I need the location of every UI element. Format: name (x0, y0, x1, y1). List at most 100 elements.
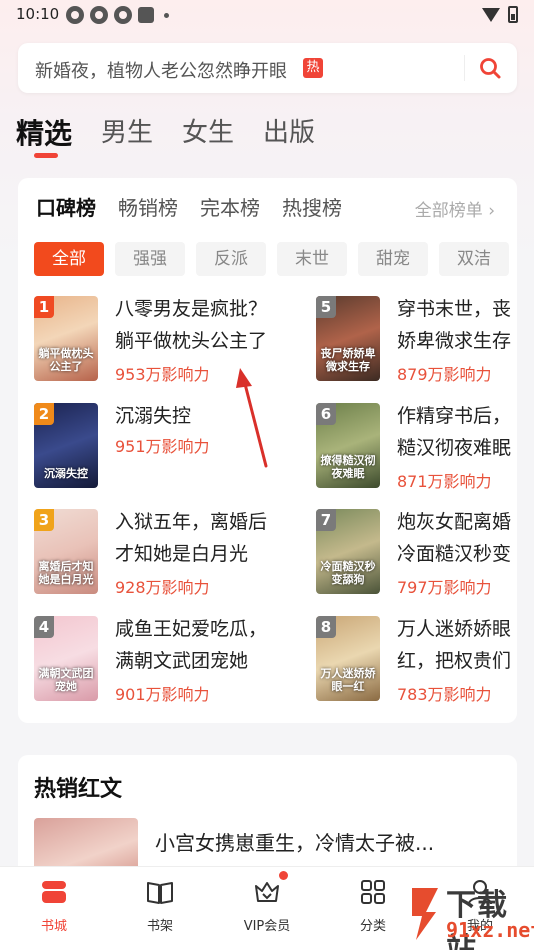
notification-icon (90, 6, 108, 24)
system-icons (482, 6, 518, 23)
search-divider (464, 55, 465, 81)
all-ranks-label: 全部榜单 (414, 201, 483, 221)
tab-published[interactable]: 出版 (263, 112, 315, 152)
cover-title: 丧尸娇娇卑微求生存 (320, 347, 376, 373)
watermark-logo-icon (412, 888, 438, 940)
cover-title: 沉溺失控 (44, 467, 88, 480)
tab-female[interactable]: 女生 (182, 112, 234, 152)
chip-strong[interactable]: 强强 (115, 242, 185, 276)
site-watermark: 下载站 91xz.net (406, 878, 534, 950)
all-ranks-link[interactable]: 全部榜单 › (415, 196, 495, 221)
book-title: 沉溺失控 (115, 405, 192, 427)
notification-icon (66, 6, 84, 24)
search-icon[interactable] (478, 56, 502, 80)
status-time: 10:10 (16, 5, 60, 23)
book-cover[interactable]: 3 离婚后才知她是白月光 (34, 509, 98, 594)
chip-villain[interactable]: 反派 (196, 242, 266, 276)
nav-label: 书城 (40, 919, 67, 934)
book-influence: 901万影响力 (115, 685, 210, 704)
book-cover[interactable]: 4 满朝文武团宠她 (34, 616, 98, 701)
bookstore-icon (42, 881, 66, 903)
chip-apocalypse[interactable]: 末世 (277, 242, 347, 276)
book-item-7[interactable]: 7 冷面糙汉秒变舔狗 炮灰女配离婚 冷面糙汉秒变 797万影响力 (316, 509, 517, 599)
chip-pure[interactable]: 双洁 (439, 242, 509, 276)
cover-title: 离婚后才知她是白月光 (38, 560, 94, 586)
book-title-line1: 八零男友是疯批？ (115, 298, 268, 320)
active-tab-indicator (34, 153, 58, 158)
rank-tab-bestseller[interactable]: 畅销榜 (118, 192, 178, 221)
notification-icons (66, 6, 169, 24)
cover-title: 躺平做枕头公主了 (38, 347, 94, 373)
book-influence: 953万影响力 (115, 365, 210, 384)
book-title-line1: 万人迷娇娇眼 (397, 618, 512, 640)
book-cover[interactable]: 6 撩得糙汉彻夜难眠 (316, 403, 380, 488)
rank-number: 2 (34, 403, 54, 425)
book-influence: 879万影响力 (397, 365, 492, 384)
book-title-line1: 咸鱼王妃爱吃瓜， (115, 618, 268, 640)
more-notifications-icon (164, 12, 169, 18)
rank-tab-hot-search[interactable]: 热搜榜 (282, 192, 342, 221)
rank-number: 4 (34, 616, 54, 638)
book-item-5[interactable]: 5 丧尸娇娇卑微求生存 穿书末世，丧 娇卑微求生存 879万影响力 (316, 296, 517, 386)
rank-number: 7 (316, 509, 336, 531)
search-bar[interactable]: 新婚夜，植物人老公忽然睁开眼 热 (18, 43, 517, 93)
rank-number: 5 (316, 296, 336, 318)
category-tabs: 精选 男生 女生 出版 (16, 112, 344, 152)
tab-featured[interactable]: 精选 (16, 112, 72, 152)
tab-male[interactable]: 男生 (101, 112, 153, 152)
book-title-line2: 糙汉彻夜难眠 (397, 437, 512, 459)
notification-square-icon (138, 7, 154, 23)
wifi-icon (482, 7, 500, 22)
book-cover[interactable]: 7 冷面糙汉秒变舔狗 (316, 509, 380, 594)
book-influence: 797万影响力 (397, 578, 492, 597)
book-title-line1: 作精穿书后， (397, 405, 512, 427)
battery-icon (508, 6, 518, 23)
book-title[interactable]: 小宫女携崽重生，冷情太子被... (155, 827, 434, 856)
rank-tab-completed[interactable]: 完本榜 (200, 192, 260, 221)
rank-tab-reputation[interactable]: 口碑榜 (36, 192, 96, 221)
cover-title: 满朝文武团宠她 (38, 667, 94, 693)
book-cover[interactable]: 5 丧尸娇娇卑微求生存 (316, 296, 380, 381)
chevron-right-icon: › (488, 201, 495, 221)
book-title-line2: 满朝文武团宠她 (115, 650, 249, 672)
book-title-line1: 穿书末世，丧 (397, 298, 512, 320)
chip-all[interactable]: 全部 (34, 242, 104, 276)
status-bar: 10:10 (0, 0, 534, 30)
genre-chips: 全部 强强 反派 末世 甜宠 双洁 (34, 242, 509, 276)
book-influence: 871万影响力 (397, 472, 492, 491)
rank-number: 8 (316, 616, 336, 638)
cover-title: 冷面糙汉秒变舔狗 (320, 560, 376, 586)
book-influence: 783万影响力 (397, 685, 492, 704)
notification-icon (114, 6, 132, 24)
search-suggestion[interactable]: 新婚夜，植物人老公忽然睁开眼 (35, 57, 287, 83)
book-cover[interactable]: 8 万人迷娇娇眼一红 (316, 616, 380, 701)
rank-number: 3 (34, 509, 54, 531)
cover-title: 撩得糙汉彻夜难眠 (320, 454, 376, 480)
nav-label: 书架 (146, 919, 173, 934)
book-title-line2: 红，把权贵们 (397, 650, 512, 672)
cover-title: 万人迷娇娇眼一红 (320, 667, 376, 693)
book-item-8[interactable]: 8 万人迷娇娇眼一红 万人迷娇娇眼 红，把权贵们 783万影响力 (316, 616, 517, 706)
book-title-line1: 炮灰女配离婚 (397, 511, 512, 533)
book-cover[interactable]: 1 躺平做枕头公主了 (34, 296, 98, 381)
chip-sweet[interactable]: 甜宠 (358, 242, 428, 276)
book-influence: 951万影响力 (115, 437, 210, 456)
book-influence: 928万影响力 (115, 578, 210, 597)
vip-crown-icon (255, 882, 279, 902)
book-cover[interactable]: 2 沉溺失控 (34, 403, 98, 488)
book-item-6[interactable]: 6 撩得糙汉彻夜难眠 作精穿书后， 糙汉彻夜难眠 871万影响力 (316, 403, 517, 493)
hot-badge: 热 (303, 58, 323, 78)
book-item-4[interactable]: 4 满朝文武团宠她 咸鱼王妃爱吃瓜， 满朝文武团宠她 901万影响力 (34, 616, 314, 706)
book-title-line2: 冷面糙汉秒变 (397, 543, 512, 565)
notification-dot (279, 871, 288, 880)
nav-label: VIP会员 (243, 919, 291, 934)
section-title: 热销红文 (34, 777, 123, 802)
category-grid-icon (361, 880, 385, 904)
book-title-line1: 入狱五年，离婚后 (115, 511, 268, 533)
rank-number: 6 (316, 403, 336, 425)
book-title-line2: 娇卑微求生存 (397, 330, 512, 352)
watermark-url: 91xz.net (446, 918, 534, 942)
book-item-3[interactable]: 3 离婚后才知她是白月光 入狱五年，离婚后 才知她是白月光 928万影响力 (34, 509, 314, 599)
nav-label: 分类 (359, 919, 386, 934)
rank-number: 1 (34, 296, 54, 318)
